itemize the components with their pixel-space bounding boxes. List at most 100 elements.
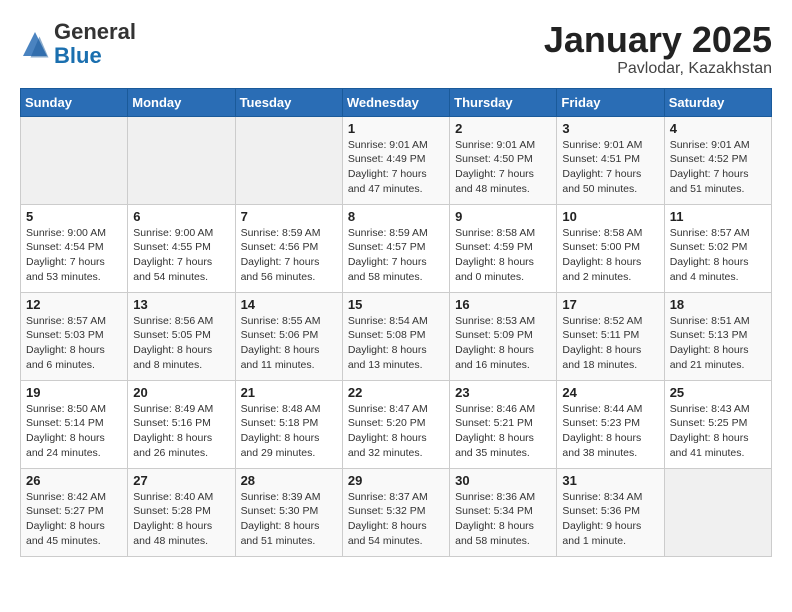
- day-cell: 22 Sunrise: 8:47 AM Sunset: 5:20 PM Dayli…: [342, 380, 449, 468]
- day-number: 13: [133, 297, 229, 312]
- week-row-2: 5 Sunrise: 9:00 AM Sunset: 4:54 PM Daylig…: [21, 204, 772, 292]
- day-number: 8: [348, 209, 444, 224]
- day-cell: 13 Sunrise: 8:56 AM Sunset: 5:05 PM Dayli…: [128, 292, 235, 380]
- day-number: 3: [562, 121, 658, 136]
- weekday-header-saturday: Saturday: [664, 88, 771, 116]
- day-number: 23: [455, 385, 551, 400]
- day-cell: 23Sunrise: 8:46 AM Sunset: 5:21 PM Dayli…: [450, 380, 557, 468]
- day-cell: 12 Sunrise: 8:57 AM Sunset: 5:03 PM Dayli…: [21, 292, 128, 380]
- day-cell: 10Sunrise: 8:58 AM Sunset: 5:00 PM Dayli…: [557, 204, 664, 292]
- day-info: Sunrise: 8:34 AM Sunset: 5:36 PM Dayligh…: [562, 490, 658, 549]
- day-info: Sunrise: 8:52 AM Sunset: 5:11 PM Dayligh…: [562, 314, 658, 373]
- day-cell: 11Sunrise: 8:57 AM Sunset: 5:02 PM Dayli…: [664, 204, 771, 292]
- day-info: Sunrise: 8:59 AM Sunset: 4:57 PM Dayligh…: [348, 226, 444, 285]
- day-number: 14: [241, 297, 337, 312]
- day-info: Sunrise: 8:40 AM Sunset: 5:28 PM Dayligh…: [133, 490, 229, 549]
- week-row-1: 1Sunrise: 9:01 AM Sunset: 4:49 PM Daylig…: [21, 116, 772, 204]
- day-number: 15: [348, 297, 444, 312]
- day-cell: 29Sunrise: 8:37 AM Sunset: 5:32 PM Dayli…: [342, 468, 449, 556]
- day-cell: 18 Sunrise: 8:51 AM Sunset: 5:13 PM Dayli…: [664, 292, 771, 380]
- day-number: 4: [670, 121, 766, 136]
- calendar-header: SundayMondayTuesdayWednesdayThursdayFrid…: [21, 88, 772, 116]
- day-cell: 31 Sunrise: 8:34 AM Sunset: 5:36 PM Dayli…: [557, 468, 664, 556]
- day-number: 17: [562, 297, 658, 312]
- day-info: Sunrise: 8:48 AM Sunset: 5:18 PM Dayligh…: [241, 402, 337, 461]
- day-number: 2: [455, 121, 551, 136]
- day-number: 20: [133, 385, 229, 400]
- weekday-header-monday: Monday: [128, 88, 235, 116]
- title-block: January 2025 Pavlodar, Kazakhstan: [544, 20, 772, 78]
- calendar-body: 1Sunrise: 9:01 AM Sunset: 4:49 PM Daylig…: [21, 116, 772, 556]
- day-info: Sunrise: 9:00 AM Sunset: 4:54 PM Dayligh…: [26, 226, 122, 285]
- day-info: Sunrise: 9:01 AM Sunset: 4:52 PM Dayligh…: [670, 138, 766, 197]
- day-info: Sunrise: 8:47 AM Sunset: 5:20 PM Dayligh…: [348, 402, 444, 461]
- day-cell: 2 Sunrise: 9:01 AM Sunset: 4:50 PM Daylig…: [450, 116, 557, 204]
- day-info: Sunrise: 8:36 AM Sunset: 5:34 PM Dayligh…: [455, 490, 551, 549]
- day-cell: 20Sunrise: 8:49 AM Sunset: 5:16 PM Dayli…: [128, 380, 235, 468]
- day-number: 29: [348, 473, 444, 488]
- day-info: Sunrise: 8:59 AM Sunset: 4:56 PM Dayligh…: [241, 226, 337, 285]
- day-number: 5: [26, 209, 122, 224]
- day-cell: 5 Sunrise: 9:00 AM Sunset: 4:54 PM Daylig…: [21, 204, 128, 292]
- day-cell: 14Sunrise: 8:55 AM Sunset: 5:06 PM Dayli…: [235, 292, 342, 380]
- day-info: Sunrise: 9:00 AM Sunset: 4:55 PM Dayligh…: [133, 226, 229, 285]
- day-number: 31: [562, 473, 658, 488]
- day-cell: [21, 116, 128, 204]
- day-number: 30: [455, 473, 551, 488]
- day-number: 16: [455, 297, 551, 312]
- logo-general-text: General: [54, 19, 136, 44]
- day-cell: [664, 468, 771, 556]
- day-cell: 21 Sunrise: 8:48 AM Sunset: 5:18 PM Dayli…: [235, 380, 342, 468]
- day-number: 7: [241, 209, 337, 224]
- day-info: Sunrise: 8:53 AM Sunset: 5:09 PM Dayligh…: [455, 314, 551, 373]
- day-cell: 24Sunrise: 8:44 AM Sunset: 5:23 PM Dayli…: [557, 380, 664, 468]
- day-info: Sunrise: 9:01 AM Sunset: 4:49 PM Dayligh…: [348, 138, 444, 197]
- week-row-5: 26Sunrise: 8:42 AM Sunset: 5:27 PM Dayli…: [21, 468, 772, 556]
- day-number: 12: [26, 297, 122, 312]
- day-info: Sunrise: 8:43 AM Sunset: 5:25 PM Dayligh…: [670, 402, 766, 461]
- day-cell: 15Sunrise: 8:54 AM Sunset: 5:08 PM Dayli…: [342, 292, 449, 380]
- logo: General Blue: [20, 20, 136, 68]
- day-cell: 16 Sunrise: 8:53 AM Sunset: 5:09 PM Dayli…: [450, 292, 557, 380]
- day-info: Sunrise: 8:57 AM Sunset: 5:02 PM Dayligh…: [670, 226, 766, 285]
- day-number: 6: [133, 209, 229, 224]
- weekday-header-tuesday: Tuesday: [235, 88, 342, 116]
- weekday-header-wednesday: Wednesday: [342, 88, 449, 116]
- day-info: Sunrise: 8:58 AM Sunset: 4:59 PM Dayligh…: [455, 226, 551, 285]
- day-number: 25: [670, 385, 766, 400]
- day-cell: 28Sunrise: 8:39 AM Sunset: 5:30 PM Dayli…: [235, 468, 342, 556]
- day-cell: 27Sunrise: 8:40 AM Sunset: 5:28 PM Dayli…: [128, 468, 235, 556]
- day-info: Sunrise: 8:44 AM Sunset: 5:23 PM Dayligh…: [562, 402, 658, 461]
- day-cell: 25 Sunrise: 8:43 AM Sunset: 5:25 PM Dayli…: [664, 380, 771, 468]
- day-number: 28: [241, 473, 337, 488]
- day-number: 22: [348, 385, 444, 400]
- calendar-title: January 2025: [544, 20, 772, 60]
- weekday-header-row: SundayMondayTuesdayWednesdayThursdayFrid…: [21, 88, 772, 116]
- day-cell: 3 Sunrise: 9:01 AM Sunset: 4:51 PM Daylig…: [557, 116, 664, 204]
- day-cell: 7 Sunrise: 8:59 AM Sunset: 4:56 PM Daylig…: [235, 204, 342, 292]
- day-info: Sunrise: 8:51 AM Sunset: 5:13 PM Dayligh…: [670, 314, 766, 373]
- logo-icon: [20, 29, 50, 59]
- day-cell: 8 Sunrise: 8:59 AM Sunset: 4:57 PM Daylig…: [342, 204, 449, 292]
- day-info: Sunrise: 8:56 AM Sunset: 5:05 PM Dayligh…: [133, 314, 229, 373]
- day-cell: 4 Sunrise: 9:01 AM Sunset: 4:52 PM Daylig…: [664, 116, 771, 204]
- day-number: 19: [26, 385, 122, 400]
- day-info: Sunrise: 8:57 AM Sunset: 5:03 PM Dayligh…: [26, 314, 122, 373]
- week-row-3: 12 Sunrise: 8:57 AM Sunset: 5:03 PM Dayli…: [21, 292, 772, 380]
- day-cell: 26Sunrise: 8:42 AM Sunset: 5:27 PM Dayli…: [21, 468, 128, 556]
- day-cell: 9Sunrise: 8:58 AM Sunset: 4:59 PM Daylig…: [450, 204, 557, 292]
- day-number: 18: [670, 297, 766, 312]
- calendar-table: SundayMondayTuesdayWednesdayThursdayFrid…: [20, 88, 772, 557]
- day-cell: 17 Sunrise: 8:52 AM Sunset: 5:11 PM Dayli…: [557, 292, 664, 380]
- day-cell: 6 Sunrise: 9:00 AM Sunset: 4:55 PM Daylig…: [128, 204, 235, 292]
- day-number: 26: [26, 473, 122, 488]
- day-number: 21: [241, 385, 337, 400]
- weekday-header-sunday: Sunday: [21, 88, 128, 116]
- weekday-header-thursday: Thursday: [450, 88, 557, 116]
- day-info: Sunrise: 9:01 AM Sunset: 4:50 PM Dayligh…: [455, 138, 551, 197]
- day-info: Sunrise: 9:01 AM Sunset: 4:51 PM Dayligh…: [562, 138, 658, 197]
- day-cell: [235, 116, 342, 204]
- weekday-header-friday: Friday: [557, 88, 664, 116]
- logo-blue-text: Blue: [54, 43, 102, 68]
- day-cell: 30 Sunrise: 8:36 AM Sunset: 5:34 PM Dayli…: [450, 468, 557, 556]
